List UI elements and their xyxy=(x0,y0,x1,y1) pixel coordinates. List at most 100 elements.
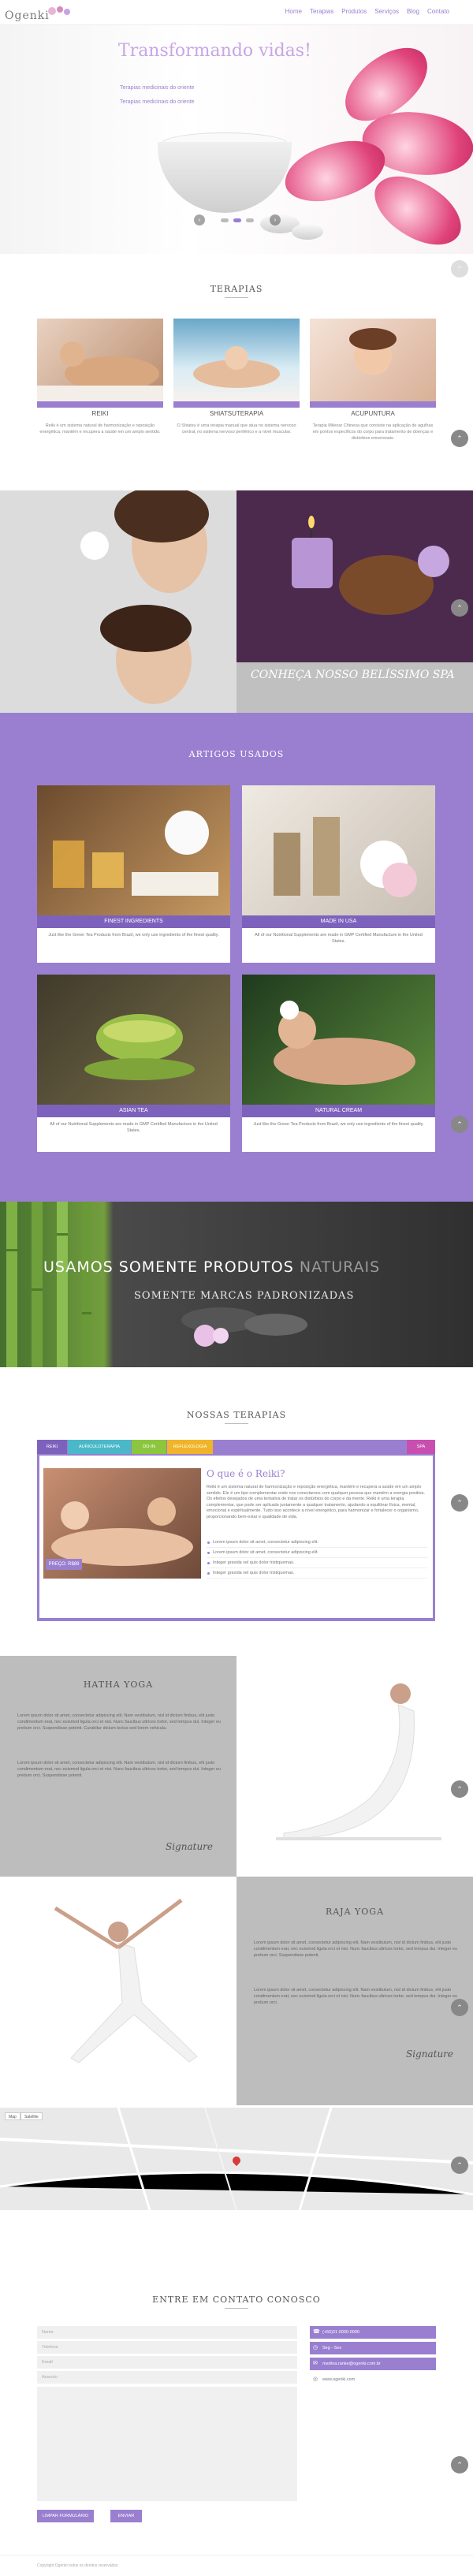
contact-phone: ☎ (+55)21 0000-0000 xyxy=(310,2326,436,2339)
contact-email-text: martina.ranke@ogenki.com.br xyxy=(322,2362,381,2366)
slider-next-arrow[interactable]: › xyxy=(270,214,281,226)
send-button[interactable]: ENVIAR xyxy=(110,2510,142,2522)
artigo-card[interactable]: ASIAN TEA All of our Nutritional Supplem… xyxy=(37,975,230,1152)
raja-yoga-text: Lorem ipsum dolor sit amet, consectetur … xyxy=(254,1988,458,2005)
terapia-card-text: O Shiatsu é uma terapia manual que atua … xyxy=(177,423,296,434)
nav-produtos[interactable]: Produtos xyxy=(341,8,367,15)
signature: Signature xyxy=(166,1841,214,1852)
card-bar xyxy=(310,401,436,408)
name-field[interactable]: Nome xyxy=(37,2326,297,2339)
terapia-card-title: ACUPUNTURA xyxy=(351,410,395,417)
tab-spa[interactable]: SPA xyxy=(407,1440,435,1454)
artigo-photo xyxy=(242,785,435,915)
nav-contato[interactable]: Contato xyxy=(427,8,449,15)
artigo-label: ASIAN TEA xyxy=(37,1105,230,1117)
artigo-card[interactable]: FINEST INGREDIENTS Just like the Green T… xyxy=(37,785,230,963)
tab-heading: O que é o Reiki? xyxy=(207,1468,285,1479)
hero-subtitle: Terapias medicinais do oriente xyxy=(120,85,195,91)
list-item: Lorem ipsum dolor sit amet, consectetur … xyxy=(207,1548,427,1558)
raja-yoga-text: Lorem ipsum dolor sit amet, consectetur … xyxy=(254,1940,458,1958)
orchid-icon xyxy=(194,1325,229,1347)
hatha-yoga-title: HATHA YOGA xyxy=(83,1679,154,1690)
bamboo-illustration xyxy=(6,1202,91,1367)
cream-illustration xyxy=(274,1001,415,1085)
tab-auriculoterapia[interactable]: AURICULOTERAPIA xyxy=(68,1440,131,1454)
scroll-up-button[interactable]: ⌃ xyxy=(451,2456,468,2473)
logo[interactable]: Ogenki xyxy=(5,5,76,22)
spa-faces-illustration xyxy=(0,490,236,713)
artigo-text: Just like the Green Tea Products from Br… xyxy=(48,933,219,938)
slider-dot[interactable] xyxy=(246,218,254,222)
title-divider xyxy=(225,1423,248,1424)
slider-dot[interactable] xyxy=(233,218,241,222)
hero-subtitle: Terapias medicinais do oriente xyxy=(120,99,195,105)
artigo-label: FINEST INGREDIENTS xyxy=(37,915,230,928)
terapia-card-text: Terapia Milenar Chinesa que consiste na … xyxy=(312,423,434,441)
naturais-banner xyxy=(0,1202,473,1367)
flower-icon xyxy=(48,6,70,15)
main-nav: Home Terapias Produtos Serviços Blog Con… xyxy=(285,8,449,15)
tab-do-in[interactable]: DO-IN xyxy=(132,1440,166,1454)
acupuncture-illustration xyxy=(349,328,397,375)
logo-text: Ogenki xyxy=(5,9,50,22)
scroll-up-button[interactable]: ⌃ xyxy=(451,430,468,447)
scroll-up-button[interactable]: ⌃ xyxy=(451,599,468,617)
map-type-button[interactable]: Map xyxy=(5,2112,20,2120)
raja-yoga-title: RAJA YOGA xyxy=(325,1907,385,1917)
envelope-icon: ✉ xyxy=(313,2361,318,2366)
contact-hours: ◷ Seg - Sex xyxy=(310,2342,436,2354)
list-item: Integer gravida vel quis dolor tristique… xyxy=(207,1568,427,1579)
yoga-cobra-pose-illustration xyxy=(276,1683,441,1840)
scroll-up-button[interactable]: ⌃ xyxy=(451,1494,468,1512)
tab-reflexologia[interactable]: REFLEXOLOGIA xyxy=(167,1440,213,1454)
subject-field[interactable]: Assunto xyxy=(37,2371,297,2384)
list-item: Lorem ipsum dolor sit amet, consectetur … xyxy=(207,1538,427,1548)
spa-caption: CONHEÇA NOSSO BELÍSSIMO SPA xyxy=(251,669,455,681)
nav-home[interactable]: Home xyxy=(285,8,302,15)
scroll-up-button[interactable]: ⌃ xyxy=(451,1999,468,2016)
shiatsu-illustration xyxy=(193,346,280,388)
clear-form-button[interactable]: LIMPAR FORMULÁRIO xyxy=(37,2510,94,2522)
site-header: Ogenki Home Terapias Produtos Serviços B… xyxy=(0,0,473,25)
section-title-contato: ENTRE EM CONTATO CONOSCO xyxy=(152,2295,321,2305)
price-tag: PREÇO: R$89 xyxy=(46,1559,82,1570)
email-field[interactable]: Email xyxy=(37,2356,297,2369)
section-title-nossas-terapias: NOSSAS TERAPIAS xyxy=(186,1410,287,1420)
spa-stone xyxy=(292,224,323,240)
terapia-card-text: Reiki é um sistema natural de harmonizaç… xyxy=(39,423,161,434)
artigo-text: All of our Nutritional Supplements are m… xyxy=(50,1122,218,1133)
contact-email[interactable]: ✉ martina.ranke@ogenki.com.br xyxy=(310,2358,436,2370)
scroll-down-button[interactable]: ⌃ xyxy=(451,260,468,278)
nav-terapias[interactable]: Terapias xyxy=(310,8,333,15)
reiki-photo xyxy=(37,319,163,401)
message-textarea[interactable] xyxy=(37,2387,297,2501)
scroll-up-button[interactable]: ⌃ xyxy=(451,1116,468,1133)
hatha-yoga-text: Lorem ipsum dolor sit amet, consectetur … xyxy=(17,1761,222,1778)
contact-hours-text: Seg - Sex xyxy=(322,2346,342,2350)
satellite-type-button[interactable]: Satellite xyxy=(20,2112,43,2120)
tab-reiki[interactable]: REIKI xyxy=(37,1440,67,1454)
naturais-headline-highlight: NATURAIS xyxy=(299,1258,381,1276)
tab-feature-list: Lorem ipsum dolor sit amet, consectetur … xyxy=(207,1538,427,1579)
globe-icon: ◎ xyxy=(313,2377,318,2382)
terapia-card-title: REIKI xyxy=(91,410,109,417)
nav-blog[interactable]: Blog xyxy=(407,8,419,15)
section-title-terapias: TERAPIAS xyxy=(210,284,263,294)
section-title-artigos: ARTIGOS USADOS xyxy=(188,749,285,759)
hatha-yoga-text: Lorem ipsum dolor sit amet, consectetur … xyxy=(17,1713,222,1731)
slider-dot[interactable] xyxy=(221,218,229,222)
contact-website[interactable]: ◎ www.ogenki.com xyxy=(310,2373,436,2386)
scroll-up-button[interactable]: ⌃ xyxy=(451,2157,468,2174)
artigo-text: All of our Nutritional Supplements are m… xyxy=(255,933,423,944)
artigo-photo xyxy=(37,975,230,1105)
spa-candle-illustration xyxy=(236,490,473,662)
phone-field[interactable]: Telefone xyxy=(37,2341,297,2354)
slider-prev-arrow[interactable]: ‹ xyxy=(194,214,205,226)
scroll-up-button[interactable]: ⌃ xyxy=(451,1780,468,1798)
artigo-card[interactable]: MADE IN USA All of our Nutritional Suppl… xyxy=(242,785,435,963)
naturais-headline-main: USAMOS SOMENTE PRODUTOS xyxy=(43,1258,300,1276)
nav-servicos[interactable]: Serviços xyxy=(374,8,399,15)
naturais-headline: USAMOS SOMENTE PRODUTOS NATURAIS xyxy=(43,1258,380,1276)
slider-dots xyxy=(207,214,268,226)
artigo-card[interactable]: NATURAL CREAM Just like the Green Tea Pr… xyxy=(242,975,435,1152)
